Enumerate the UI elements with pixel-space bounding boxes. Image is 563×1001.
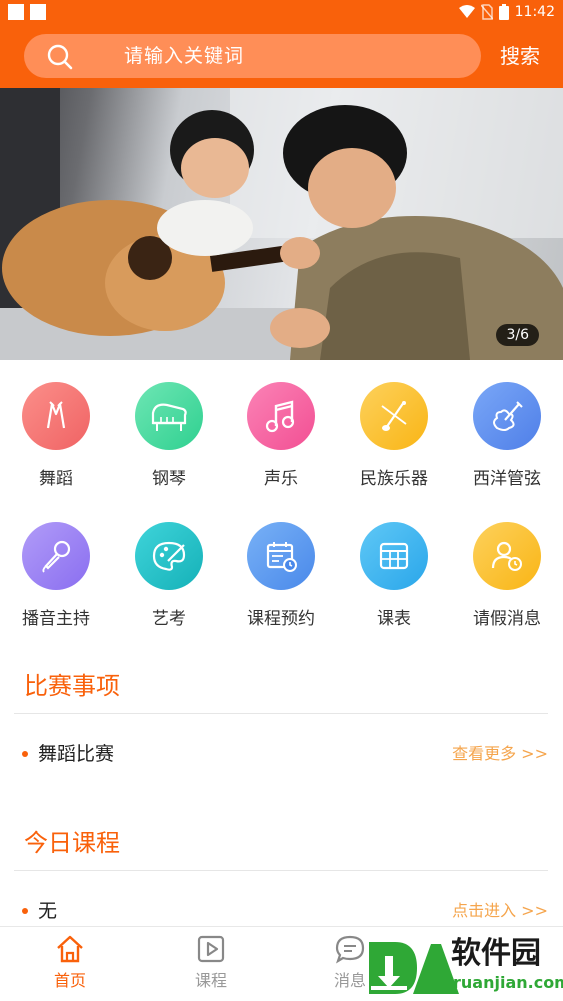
category-label: 课程预约 (247, 609, 315, 629)
category-art-exam[interactable]: 艺考 (113, 522, 225, 640)
category-label: 民族乐器 (360, 469, 428, 489)
banner-image (0, 88, 563, 360)
nav-home-label: 首页 (53, 971, 86, 990)
view-more-link[interactable]: 查看更多 >> (452, 739, 548, 769)
competition-section-title: 比赛事项 (24, 672, 120, 700)
microphone-icon (22, 522, 90, 590)
category-label: 西洋管弦 (473, 469, 541, 489)
dance-icon (22, 382, 90, 450)
banner-page-indicator: 3/6 (496, 324, 539, 346)
music-note-icon (247, 382, 315, 450)
status-indicators: 11:42 (458, 2, 555, 22)
divider (14, 713, 548, 714)
watermark-domain-text: ruanjian.com (453, 973, 563, 992)
wifi-icon (458, 5, 475, 18)
category-leave-message[interactable]: 请假消息 (451, 522, 563, 640)
search-button[interactable]: 搜索 (500, 36, 540, 76)
category-western-orchestral[interactable]: 西洋管弦 (451, 382, 563, 500)
category-course-booking[interactable]: 课程预约 (225, 522, 337, 640)
erhu-icon (360, 382, 428, 450)
divider (14, 870, 548, 871)
nav-home[interactable]: 首页 (20, 927, 120, 1001)
message-icon (335, 935, 365, 964)
nav-course-label: 课程 (194, 971, 227, 990)
no-sim-icon (480, 4, 493, 20)
watermark-brand-text: 软件园 (451, 936, 541, 971)
bullet-dot (22, 908, 28, 914)
category-label: 钢琴 (152, 469, 186, 489)
category-piano[interactable]: 钢琴 (113, 382, 225, 500)
today-course-item-text: 无 (38, 900, 58, 922)
home-icon (57, 935, 83, 963)
timetable-icon (360, 522, 428, 590)
user-clock-icon (473, 522, 541, 590)
enter-link[interactable]: 点击进入 >> (452, 896, 548, 926)
category-dance[interactable]: 舞蹈 (0, 382, 112, 500)
notification-icon (30, 4, 46, 20)
category-broadcasting[interactable]: 播音主持 (0, 522, 112, 640)
nav-course[interactable]: 课程 (161, 927, 261, 1001)
category-label: 声乐 (264, 469, 298, 489)
banner-carousel[interactable]: 3/6 (0, 88, 563, 360)
category-label: 播音主持 (22, 609, 90, 629)
calendar-clock-icon (247, 522, 315, 590)
category-timetable[interactable]: 课表 (338, 522, 450, 640)
search-input[interactable]: 请输入关键词 (24, 34, 481, 78)
category-folk-instruments[interactable]: 民族乐器 (338, 382, 450, 500)
violin-icon (473, 382, 541, 450)
today-course-section-title: 今日课程 (24, 829, 120, 857)
bullet-dot (22, 751, 28, 757)
category-label: 舞蹈 (39, 469, 73, 489)
battery-icon (498, 4, 509, 20)
category-label: 请假消息 (473, 609, 541, 629)
category-grid: 舞蹈 钢琴 声乐 民族乐器 西洋管弦 播音主持 艺考 课程预约 课表 请假消息 (0, 382, 563, 638)
watermark-logo: 软件园 ruanjian.com (365, 936, 563, 1000)
piano-icon (135, 382, 203, 450)
palette-icon (135, 522, 203, 590)
header: 请输入关键词 搜索 (0, 24, 563, 88)
competition-item-text: 舞蹈比赛 (38, 743, 115, 765)
competition-item[interactable]: 舞蹈比赛 查看更多 >> (22, 739, 548, 769)
play-icon (197, 935, 225, 963)
search-placeholder: 请输入关键词 (124, 45, 245, 67)
today-course-item[interactable]: 无 点击进入 >> (22, 896, 548, 926)
status-bar: 11:42 (0, 0, 563, 24)
notification-icon (8, 4, 24, 20)
category-label: 艺考 (152, 609, 186, 629)
status-time: 11:42 (514, 4, 555, 20)
search-icon (47, 44, 73, 70)
category-vocal[interactable]: 声乐 (225, 382, 337, 500)
category-label: 课表 (377, 609, 411, 629)
